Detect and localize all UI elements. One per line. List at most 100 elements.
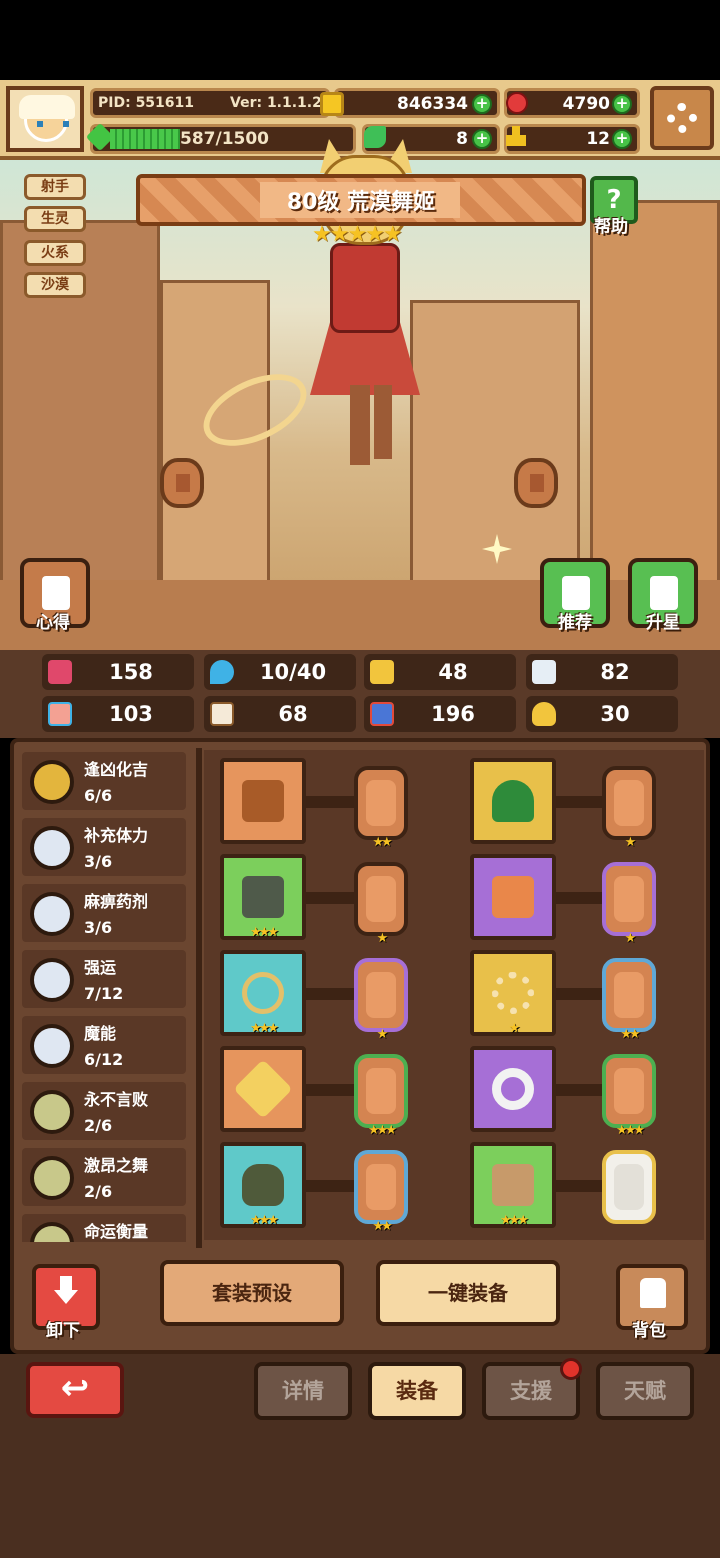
add-gem-button[interactable]: + [612,94,632,114]
add-key-button[interactable]: + [612,129,632,149]
help-label: 帮助 [594,217,628,237]
tag-race: 生灵 [24,206,86,232]
clover-icon [364,126,386,148]
gear-icon [667,103,697,133]
gem-icon [506,92,528,114]
set-bonus-item[interactable]: 补充体力 3/6 [22,818,186,876]
panel-divider [196,748,202,1248]
rune-icon [366,1164,396,1210]
fist-icon [48,702,72,726]
rune-slot[interactable]: ★★ [602,958,656,1042]
rune-slot[interactable]: ★★★ [354,1054,408,1138]
player-id: PID: 551611 [98,95,195,111]
stat-mana: 10/40 [204,654,356,690]
next-hero-button[interactable] [514,458,558,508]
equip-slot-emblem[interactable] [220,1046,306,1132]
resolve-medal-icon [30,1090,74,1134]
set-bonus-item[interactable]: 强运 7/12 [22,950,186,1008]
rune-icon [614,972,644,1018]
equip-slot-armor[interactable] [470,854,556,940]
magic-medal-icon [30,1024,74,1068]
stat-speed: 82 [526,654,678,690]
tab-equipment[interactable]: 装备 [368,1362,466,1420]
equip-slot-weapon[interactable] [220,758,306,844]
hero-level-name: 80级 荒漠舞姬 [286,190,436,215]
arrow-right-icon [530,474,544,492]
necklace-icon [242,972,284,1014]
stat-magic: 68 [204,696,356,732]
desert-ground [0,580,720,650]
gem-emblem-icon [233,1059,293,1119]
down-arrow-icon [54,1276,78,1304]
set-name: 命运衡量 [84,1222,149,1241]
clover-amount: 8 [456,129,468,149]
set-name: 激昂之舞 [84,1156,149,1175]
rune-slot[interactable]: ★ [354,958,408,1042]
tab-details[interactable]: 详情 [254,1362,352,1420]
slot-connector [554,1180,608,1192]
set-bonus-item[interactable]: 麻痹药剂 3/6 [22,884,186,942]
empty-rune-icon [614,1164,644,1210]
equip-slot-accessory[interactable]: ★★★ [220,1142,306,1228]
rune-slot[interactable]: ★★★ [602,1054,656,1138]
rune-slot[interactable]: ★ [602,862,656,946]
set-count: 6/6 [84,786,113,805]
add-gold-button[interactable]: + [472,94,492,114]
tag-element: 火系 [24,240,86,266]
set-count: 3/6 [84,852,113,871]
back-button[interactable]: ↩ [26,1362,124,1418]
hero-star-rating: ★★★★★ [312,222,403,247]
slot-connector [554,988,608,1000]
settings-button[interactable] [650,86,714,150]
item-stars: ★★★ [250,925,279,940]
item-stars: ★★★ [250,1021,279,1036]
set-bonus-item[interactable]: 命运衡量 [22,1214,186,1242]
slot-connector [304,892,358,904]
armor-icon [492,876,534,918]
rune-slot[interactable]: ★ [354,862,408,946]
stat-skill: 196 [364,696,516,732]
rune-stars: ★ [624,835,637,850]
player-avatar[interactable] [6,86,84,152]
equip-slot-boots[interactable]: ★★★ [470,1142,556,1228]
set-bonus-item[interactable]: 永不言败 2/6 [22,1082,186,1140]
stat-hp-value: 158 [109,660,153,684]
rune-slot[interactable]: ★ [602,766,656,850]
equip-slot-bracelet[interactable] [470,1046,556,1132]
equip-slot-gloves[interactable]: ★★★ [220,854,306,940]
equip-slot-necklace[interactable]: ★★★ [220,950,306,1036]
arrow-left-icon [176,474,190,492]
notification-dot [560,1358,582,1380]
equip-slot-helmet[interactable] [470,758,556,844]
add-clover-button[interactable]: + [472,129,492,149]
rune-slot[interactable]: ★★ [354,1150,408,1234]
avatar-face [19,95,75,142]
slot-connector [554,892,608,904]
set-name: 逢凶化吉 [84,760,149,779]
slot-connector [304,1084,358,1096]
previous-hero-button[interactable] [160,458,204,508]
stat-defense-value: 48 [438,660,468,684]
scroll-stack-icon [370,702,394,726]
rune-icon [614,780,644,826]
question-icon: ? [606,185,622,215]
notes-label: 心得 [36,613,70,633]
rune-icon [366,972,396,1018]
fate-medal-icon [30,1222,74,1242]
stat-skill-value: 196 [431,702,475,726]
rune-slot[interactable]: ★★ [354,766,408,850]
set-bonus-item[interactable]: 逢凶化吉 6/6 [22,752,186,810]
equip-slot-ring[interactable]: ★ [470,950,556,1036]
crossbow-icon [242,780,284,822]
set-bonus-item[interactable]: 魔能 6/12 [22,1016,186,1074]
set-preset-button[interactable]: 套装预设 [160,1260,344,1326]
set-count: 2/6 [84,1182,113,1201]
set-bonus-item[interactable]: 激昂之舞 2/6 [22,1148,186,1206]
unequip-label: 卸下 [46,1321,80,1341]
potion-medal-icon [30,892,74,936]
tab-talent[interactable]: 天赋 [596,1362,694,1420]
rune-slot-empty[interactable] [602,1150,656,1224]
item-stars: ★★★ [500,1213,529,1228]
auto-equip-button[interactable]: 一键装备 [376,1260,560,1326]
set-bonus-list[interactable]: 逢凶化吉 6/6 补充体力 3/6 麻痹药剂 3/6 强运 7/12 魔能 6/12 永不… [22,752,188,1242]
